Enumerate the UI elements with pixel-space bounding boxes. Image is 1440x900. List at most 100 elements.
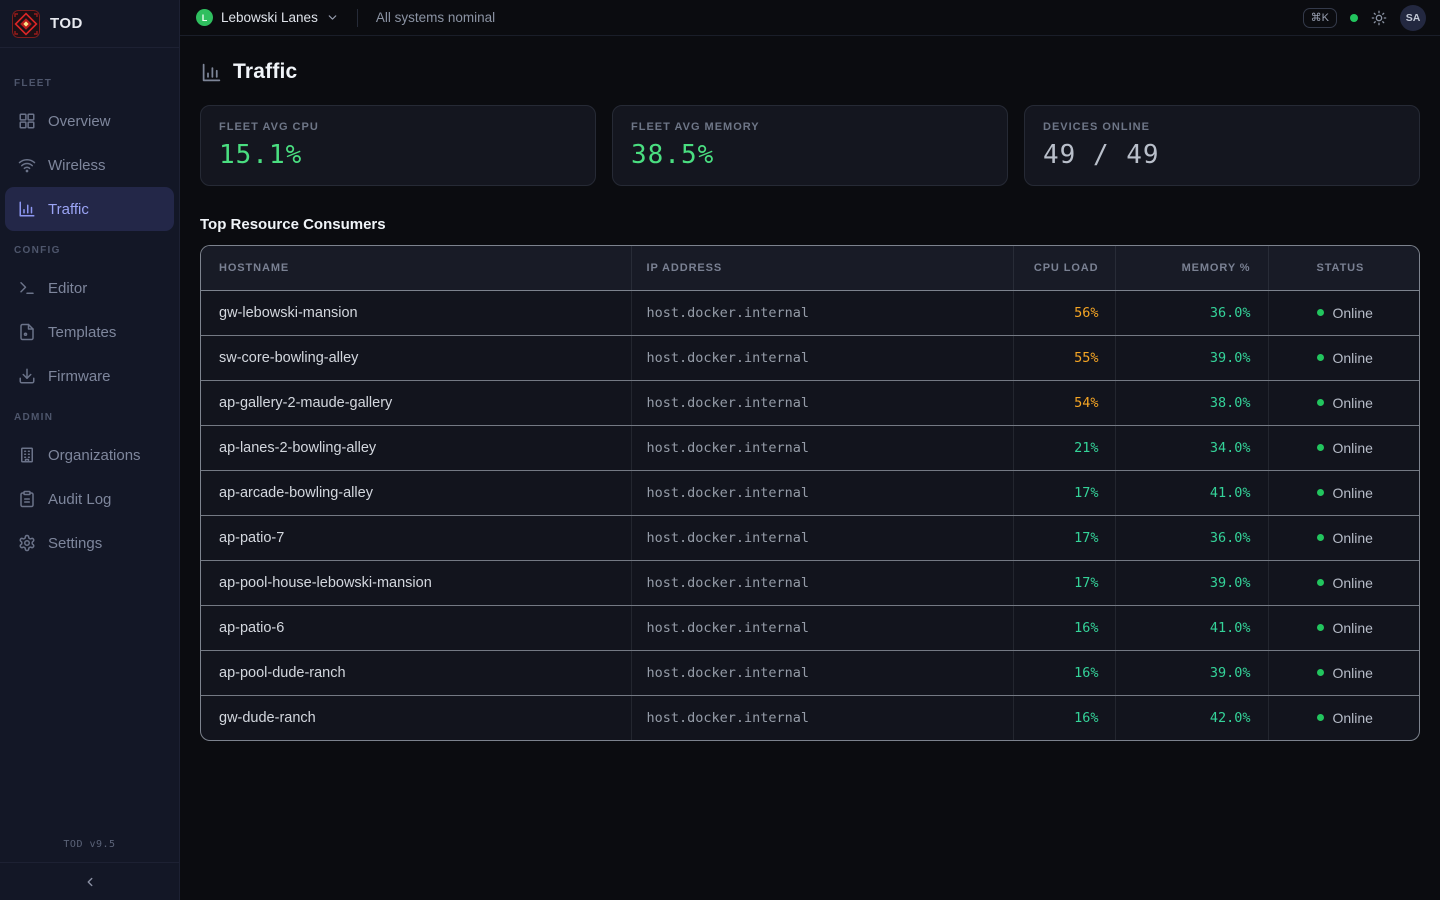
org-selector[interactable]: L Lebowski Lanes — [196, 9, 339, 26]
online-dot-icon — [1317, 489, 1324, 496]
cpu-cell: 17% — [1013, 560, 1115, 605]
stat-card-devices: DEVICES ONLINE 49 / 49 — [1024, 105, 1420, 186]
stat-value: 49 / 49 — [1043, 140, 1401, 170]
column-header-hostname: HOSTNAME — [201, 246, 631, 290]
table-row[interactable]: ap-patio-7 host.docker.internal 17% 36.0… — [201, 515, 1419, 560]
status-label: Online — [1333, 710, 1373, 726]
nav-section-admin: ADMIN — [0, 398, 179, 433]
status-label: Online — [1333, 575, 1373, 591]
online-dot-icon — [1317, 309, 1324, 316]
main-area: L Lebowski Lanes All systems nominal ⌘K … — [180, 0, 1440, 900]
sidebar-item-firmware[interactable]: Firmware — [5, 354, 174, 398]
table-row[interactable]: sw-core-bowling-alley host.docker.intern… — [201, 335, 1419, 380]
hostname-cell: gw-dude-ranch — [201, 695, 631, 740]
sidebar-item-organizations[interactable]: Organizations — [5, 433, 174, 477]
app-name: TOD — [50, 15, 83, 32]
table-row[interactable]: ap-lanes-2-bowling-alley host.docker.int… — [201, 425, 1419, 470]
tod-logo-icon — [12, 10, 40, 38]
table-row[interactable]: ap-arcade-bowling-alley host.docker.inte… — [201, 470, 1419, 515]
status-cell: Online — [1268, 650, 1419, 695]
online-dot-icon — [1317, 354, 1324, 361]
sidebar-footer: TOD v9.5 — [0, 829, 179, 900]
hostname-cell: ap-gallery-2-maude-gallery — [201, 380, 631, 425]
status-label: Online — [1333, 620, 1373, 636]
status-label: Online — [1333, 305, 1373, 321]
memory-cell: 38.0% — [1115, 380, 1268, 425]
memory-cell: 34.0% — [1115, 425, 1268, 470]
user-avatar[interactable]: SA — [1400, 5, 1426, 31]
sidebar-item-label: Organizations — [48, 447, 141, 464]
online-dot-icon — [1317, 624, 1324, 631]
cpu-cell: 56% — [1013, 290, 1115, 335]
sidebar: TOD FLEET Overview Wireless Traffic CONF… — [0, 0, 180, 900]
theme-toggle-button[interactable] — [1371, 10, 1387, 26]
stat-card-cpu: FLEET AVG CPU 15.1% — [200, 105, 596, 186]
table-row[interactable]: gw-lebowski-mansion host.docker.internal… — [201, 290, 1419, 335]
gear-icon — [18, 534, 36, 552]
sidebar-item-overview[interactable]: Overview — [5, 99, 174, 143]
hostname-cell: ap-patio-7 — [201, 515, 631, 560]
ip-cell: host.docker.internal — [631, 335, 1013, 380]
ip-cell: host.docker.internal — [631, 650, 1013, 695]
hostname-cell: ap-pool-house-lebowski-mansion — [201, 560, 631, 605]
column-header-status: STATUS — [1268, 246, 1419, 290]
online-dot-icon — [1317, 399, 1324, 406]
status-cell: Online — [1268, 425, 1419, 470]
hostname-cell: ap-lanes-2-bowling-alley — [201, 425, 631, 470]
sidebar-collapse-button[interactable] — [0, 862, 179, 900]
memory-cell: 36.0% — [1115, 290, 1268, 335]
sidebar-item-label: Templates — [48, 324, 116, 341]
stat-value: 15.1% — [219, 140, 577, 170]
sidebar-item-audit-log[interactable]: Audit Log — [5, 477, 174, 521]
table-row[interactable]: ap-patio-6 host.docker.internal 16% 41.0… — [201, 605, 1419, 650]
stat-label: DEVICES ONLINE — [1043, 121, 1401, 133]
column-header-ip: IP ADDRESS — [631, 246, 1013, 290]
topbar: L Lebowski Lanes All systems nominal ⌘K … — [180, 0, 1440, 36]
page-title: Traffic — [233, 60, 297, 84]
topbar-right: ⌘K SA — [1303, 5, 1426, 31]
page-header: Traffic — [201, 60, 1420, 84]
ip-cell: host.docker.internal — [631, 470, 1013, 515]
ip-cell: host.docker.internal — [631, 560, 1013, 605]
brand[interactable]: TOD — [0, 0, 179, 48]
online-dot-icon — [1317, 714, 1324, 721]
ip-cell: host.docker.internal — [631, 290, 1013, 335]
sidebar-item-label: Wireless — [48, 157, 106, 174]
sidebar-item-label: Audit Log — [48, 491, 111, 508]
nav-section-config: CONFIG — [0, 231, 179, 266]
status-label: Online — [1333, 440, 1373, 456]
sidebar-item-templates[interactable]: Templates — [5, 310, 174, 354]
system-status-text: All systems nominal — [376, 10, 495, 25]
wifi-icon — [18, 156, 36, 174]
org-avatar: L — [196, 9, 213, 26]
stat-card-memory: FLEET AVG MEMORY 38.5% — [612, 105, 1008, 186]
online-dot-icon — [1317, 669, 1324, 676]
table-section-title: Top Resource Consumers — [200, 216, 1420, 233]
column-header-cpu: CPU LOAD — [1013, 246, 1115, 290]
command-palette-shortcut[interactable]: ⌘K — [1303, 8, 1337, 28]
memory-cell: 39.0% — [1115, 560, 1268, 605]
traffic-page-icon — [201, 62, 222, 83]
page-content: Traffic FLEET AVG CPU 15.1% FLEET AVG ME… — [180, 36, 1440, 741]
table-row[interactable]: ap-gallery-2-maude-gallery host.docker.i… — [201, 380, 1419, 425]
table-row[interactable]: ap-pool-house-lebowski-mansion host.dock… — [201, 560, 1419, 605]
app-version: TOD v9.5 — [0, 829, 179, 862]
cpu-cell: 17% — [1013, 470, 1115, 515]
table-row[interactable]: gw-dude-ranch host.docker.internal 16% 4… — [201, 695, 1419, 740]
sidebar-item-settings[interactable]: Settings — [5, 521, 174, 565]
sidebar-nav: FLEET Overview Wireless Traffic CONFIG E — [0, 48, 179, 565]
memory-cell: 39.0% — [1115, 650, 1268, 695]
chevron-down-icon — [326, 11, 339, 24]
sidebar-item-wireless[interactable]: Wireless — [5, 143, 174, 187]
sidebar-item-label: Editor — [48, 280, 87, 297]
status-cell: Online — [1268, 560, 1419, 605]
file-icon — [18, 323, 36, 341]
sidebar-item-editor[interactable]: Editor — [5, 266, 174, 310]
sidebar-item-traffic[interactable]: Traffic — [5, 187, 174, 231]
status-cell: Online — [1268, 605, 1419, 650]
table-row[interactable]: ap-pool-dude-ranch host.docker.internal … — [201, 650, 1419, 695]
sidebar-item-label: Firmware — [48, 368, 111, 385]
status-label: Online — [1333, 350, 1373, 366]
sidebar-item-label: Traffic — [48, 201, 89, 218]
status-label: Online — [1333, 485, 1373, 501]
